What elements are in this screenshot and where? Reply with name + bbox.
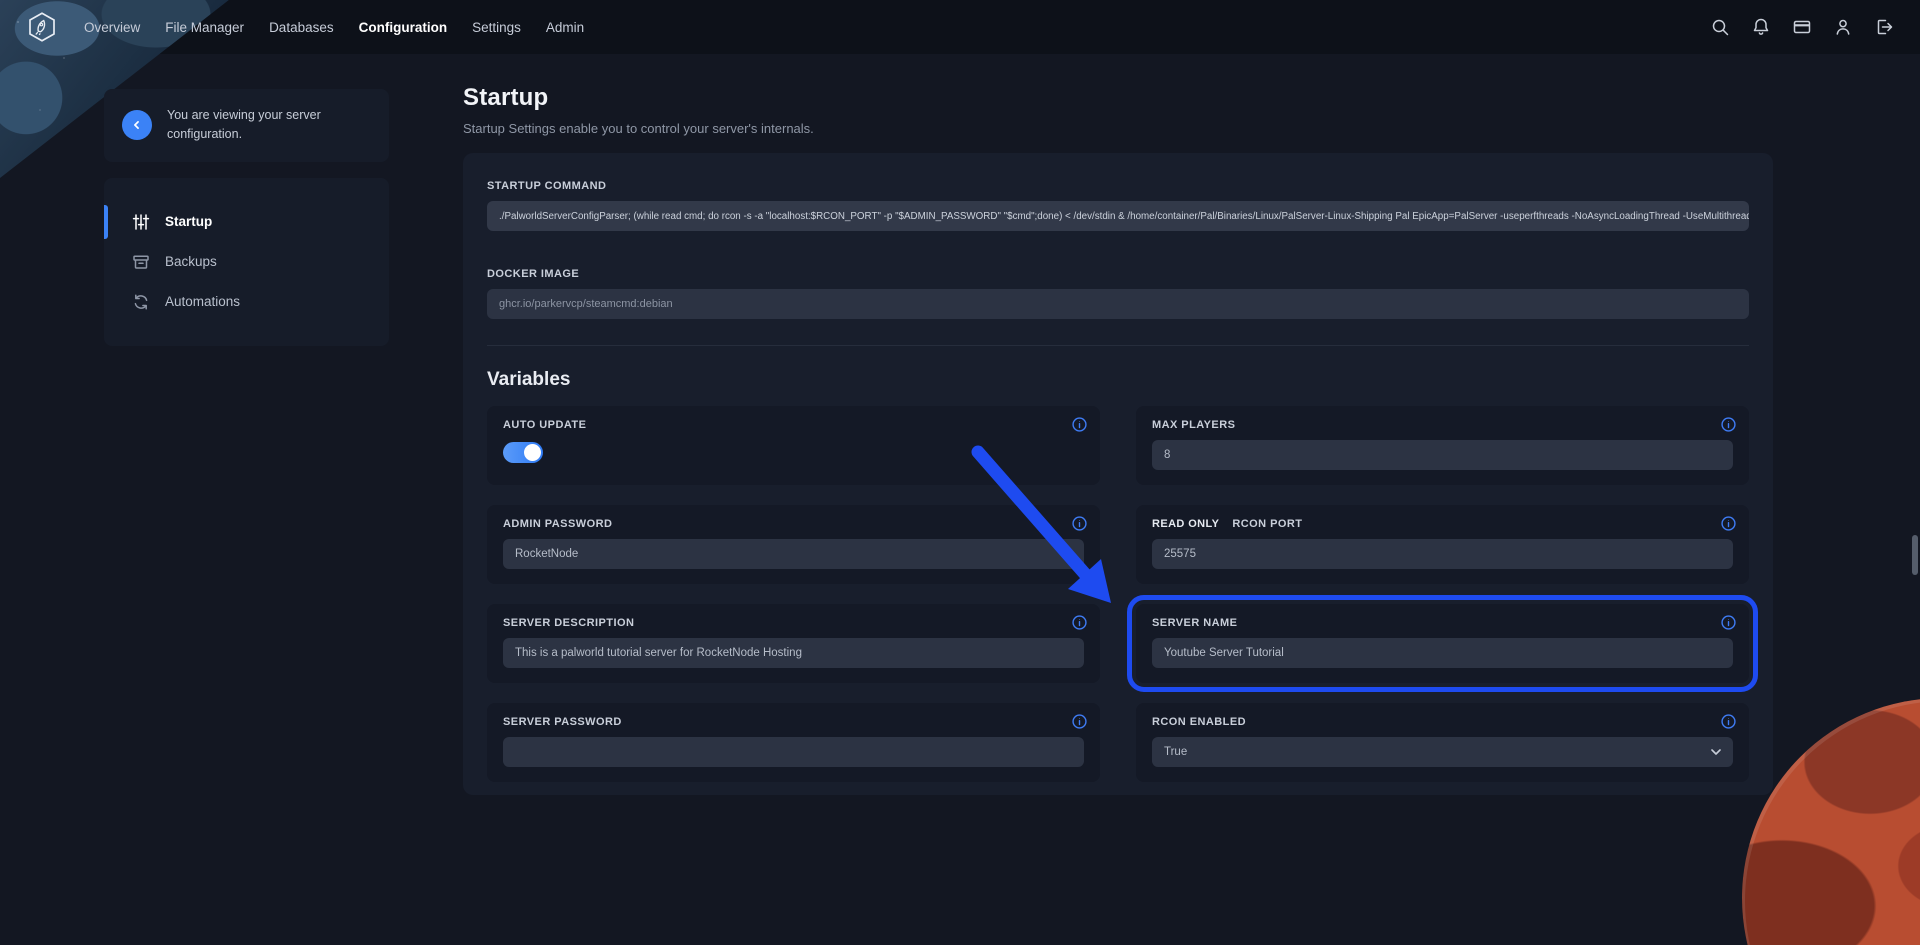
info-icon[interactable] [1721, 615, 1736, 630]
account-icon[interactable] [1833, 17, 1853, 37]
nav-item-admin[interactable]: Admin [546, 20, 584, 35]
field-server-password: SERVER PASSWORD [487, 703, 1100, 782]
server-description-input[interactable]: This is a palworld tutorial server for R… [503, 638, 1084, 668]
logout-icon[interactable] [1874, 17, 1894, 37]
back-button[interactable] [122, 110, 152, 140]
server-name-input[interactable]: Youtube Server Tutorial [1152, 638, 1733, 668]
info-icon[interactable] [1721, 714, 1736, 729]
nav-actions [1710, 17, 1894, 37]
backups-icon [132, 253, 150, 271]
field-admin-password: ADMIN PASSWORD RocketNode [487, 505, 1100, 584]
info-icon[interactable] [1072, 714, 1087, 729]
server-config-notice: You are viewing your server configuratio… [104, 89, 389, 162]
docker-image-input[interactable]: ghcr.io/parkervcp/steamcmd:debian [487, 289, 1749, 319]
startup-config-card: STARTUP COMMAND ./PalworldServerConfigPa… [463, 153, 1773, 795]
chevron-left-icon [130, 118, 144, 132]
nav-item-databases[interactable]: Databases [269, 20, 334, 35]
sliders-icon [132, 213, 150, 231]
page-title: Startup [463, 84, 1773, 112]
field-label: RCON PORT [1232, 518, 1302, 530]
sidebar-item-label: Automations [165, 294, 240, 309]
billing-icon[interactable] [1792, 17, 1812, 37]
info-icon[interactable] [1721, 417, 1736, 432]
field-label: ADMIN PASSWORD [503, 518, 612, 530]
field-label-row: ADMIN PASSWORD [503, 518, 1084, 530]
sidebar-item-label: Startup [165, 214, 212, 229]
sidebar: You are viewing your server configuratio… [104, 89, 389, 346]
section-divider [487, 345, 1749, 346]
sidebar-item-startup[interactable]: Startup [104, 202, 389, 242]
field-label-row: AUTO UPDATE [503, 419, 1084, 431]
field-label: MAX PLAYERS [1152, 419, 1235, 431]
config-menu: Startup Backups Automations [104, 178, 389, 346]
nav-menu: Overview File Manager Databases Configurati… [84, 20, 584, 35]
admin-password-input[interactable]: RocketNode [503, 539, 1084, 569]
field-label-row: READ ONLY RCON PORT [1152, 518, 1733, 530]
nav-item-configuration[interactable]: Configuration [359, 20, 447, 35]
auto-update-toggle[interactable] [503, 442, 543, 463]
field-label-row: SERVER NAME [1152, 617, 1733, 629]
toggle-knob [524, 444, 541, 461]
nav-item-settings[interactable]: Settings [472, 20, 521, 35]
field-label: SERVER NAME [1152, 617, 1237, 629]
select-value: True [1164, 746, 1187, 758]
info-icon[interactable] [1072, 417, 1087, 432]
top-nav: Overview File Manager Databases Configurati… [0, 0, 1920, 54]
rocket-hexagon-logo[interactable] [26, 11, 58, 43]
variables-heading: Variables [487, 369, 1749, 391]
nav-item-file-manager[interactable]: File Manager [165, 20, 244, 35]
field-label: RCON ENABLED [1152, 716, 1246, 728]
notice-text: You are viewing your server configuratio… [167, 106, 345, 145]
field-server-description: SERVER DESCRIPTION This is a palworld tut… [487, 604, 1100, 683]
rcon-port-input[interactable]: 25575 [1152, 539, 1733, 569]
field-auto-update: AUTO UPDATE [487, 406, 1100, 485]
search-icon[interactable] [1710, 17, 1730, 37]
chevron-down-icon [1711, 746, 1721, 758]
field-rcon-enabled: RCON ENABLED True [1136, 703, 1749, 782]
sidebar-item-label: Backups [165, 254, 217, 269]
max-players-input[interactable]: 8 [1152, 440, 1733, 470]
startup-command-label: STARTUP COMMAND [487, 180, 1749, 192]
field-label: SERVER PASSWORD [503, 716, 622, 728]
screen: Overview File Manager Databases Configurati… [0, 0, 1920, 945]
field-label-row: SERVER DESCRIPTION [503, 617, 1084, 629]
docker-image-label: DOCKER IMAGE [487, 268, 1749, 280]
sidebar-item-backups[interactable]: Backups [104, 242, 389, 282]
startup-command-input[interactable]: ./PalworldServerConfigParser; (while rea… [487, 201, 1749, 231]
info-icon[interactable] [1072, 615, 1087, 630]
field-label-row: RCON ENABLED [1152, 716, 1733, 728]
info-icon[interactable] [1721, 516, 1736, 531]
read-only-badge: READ ONLY [1152, 518, 1219, 530]
field-server-name: SERVER NAME Youtube Server Tutorial [1136, 604, 1749, 683]
rcon-enabled-select[interactable]: True [1152, 737, 1733, 767]
scrollbar-thumb[interactable] [1912, 535, 1918, 575]
automations-icon [132, 293, 150, 311]
info-icon[interactable] [1072, 516, 1087, 531]
field-rcon-port: READ ONLY RCON PORT 25575 [1136, 505, 1749, 584]
main-content: Startup Startup Settings enable you to c… [463, 84, 1773, 795]
page-subtitle: Startup Settings enable you to control y… [463, 121, 1773, 136]
notifications-icon[interactable] [1751, 17, 1771, 37]
variables-grid: AUTO UPDATE MAX PLAYERS 8 ADMIN PASSWORD Roc… [487, 406, 1749, 782]
field-label-row: MAX PLAYERS [1152, 419, 1733, 431]
sidebar-item-automations[interactable]: Automations [104, 282, 389, 322]
server-password-input[interactable] [503, 737, 1084, 767]
field-label-row: SERVER PASSWORD [503, 716, 1084, 728]
field-label: SERVER DESCRIPTION [503, 617, 634, 629]
nav-item-overview[interactable]: Overview [84, 20, 140, 35]
field-label: AUTO UPDATE [503, 419, 586, 431]
field-max-players: MAX PLAYERS 8 [1136, 406, 1749, 485]
